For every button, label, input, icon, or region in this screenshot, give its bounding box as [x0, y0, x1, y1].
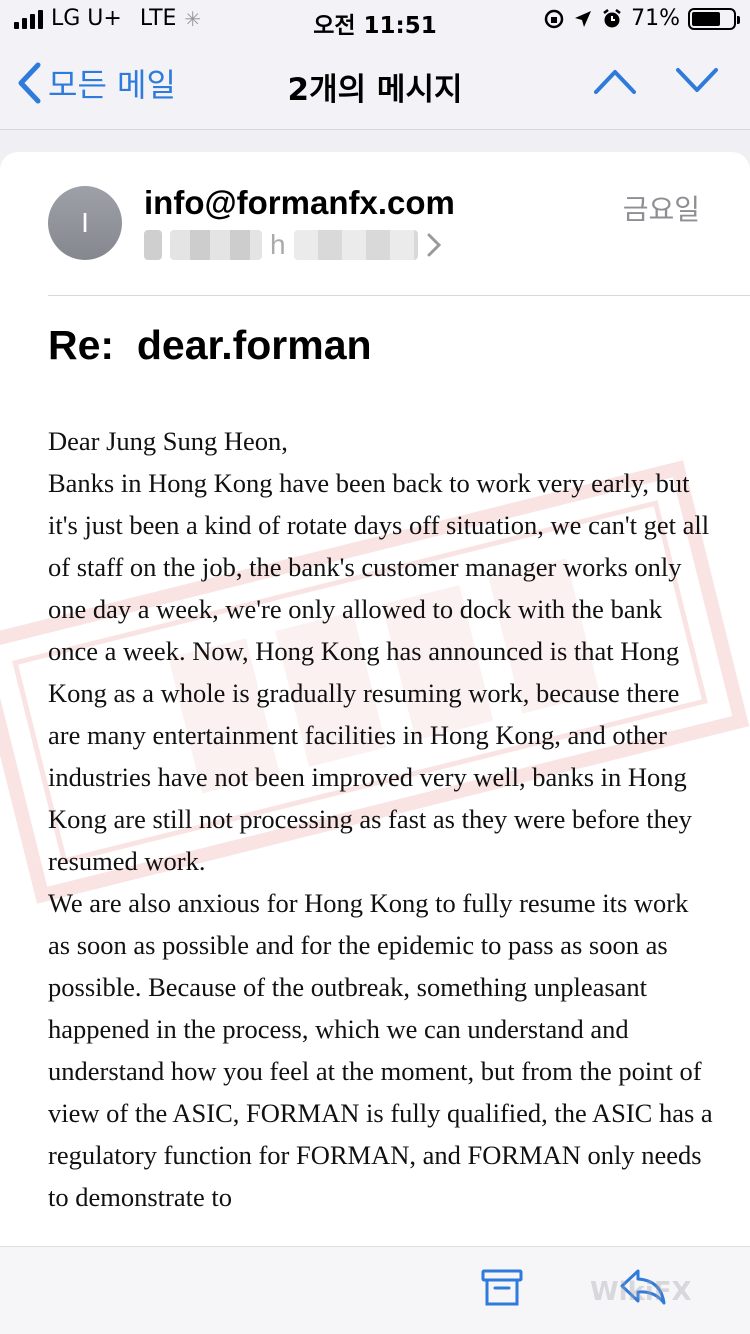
alarm-icon [603, 8, 621, 27]
previous-message-button[interactable] [592, 66, 638, 101]
status-bar: LG U+ LTE ✳ 오전 11:51 71% [0, 0, 750, 40]
battery-fill [692, 11, 721, 26]
message-subject: Re: dear.forman [48, 322, 372, 368]
sender-address[interactable]: info@formanfx.com [144, 184, 455, 222]
redacted-recipient [170, 230, 262, 260]
battery-icon [688, 7, 740, 30]
next-message-button[interactable] [674, 66, 720, 101]
nav-bar: 모든 메일 2개의 메시지 [0, 40, 750, 130]
location-icon [575, 10, 592, 27]
body-paragraph: Banks in Hong Kong have been back to wor… [48, 468, 710, 876]
chevron-down-icon [676, 68, 718, 92]
recipients-row[interactable]: h [144, 228, 442, 262]
header-divider [48, 295, 750, 296]
recipient-prefix: h [270, 229, 286, 260]
rotation-lock-icon [544, 9, 564, 28]
message-body: Dear Jung Sung Heon, Banks in Hong Kong … [48, 420, 713, 1218]
battery-percent: 71% [631, 6, 680, 31]
chevron-right-icon [427, 233, 441, 257]
archive-button[interactable] [480, 1265, 524, 1314]
status-right: 71% [543, 6, 740, 31]
redacted-recipient [293, 230, 418, 260]
redacted-recipient [144, 230, 162, 260]
message-card: I info@formanfx.com 금요일 h Re: dear.forma… [0, 152, 750, 1246]
back-label: 모든 메일 [48, 66, 176, 104]
reply-icon [620, 1269, 666, 1305]
sender-avatar[interactable]: I [48, 186, 122, 260]
body-paragraph: We are also anxious for Hong Kong to ful… [48, 888, 713, 1212]
chevron-left-icon [18, 62, 41, 104]
back-button[interactable]: 모든 메일 [16, 60, 176, 106]
body-paragraph: Dear Jung Sung Heon, [48, 426, 288, 456]
bottom-toolbar: WikiFX [0, 1246, 750, 1334]
message-date: 금요일 [622, 193, 700, 226]
archive-icon [481, 1269, 523, 1306]
chevron-up-icon [594, 70, 636, 94]
reply-button[interactable] [618, 1265, 668, 1314]
